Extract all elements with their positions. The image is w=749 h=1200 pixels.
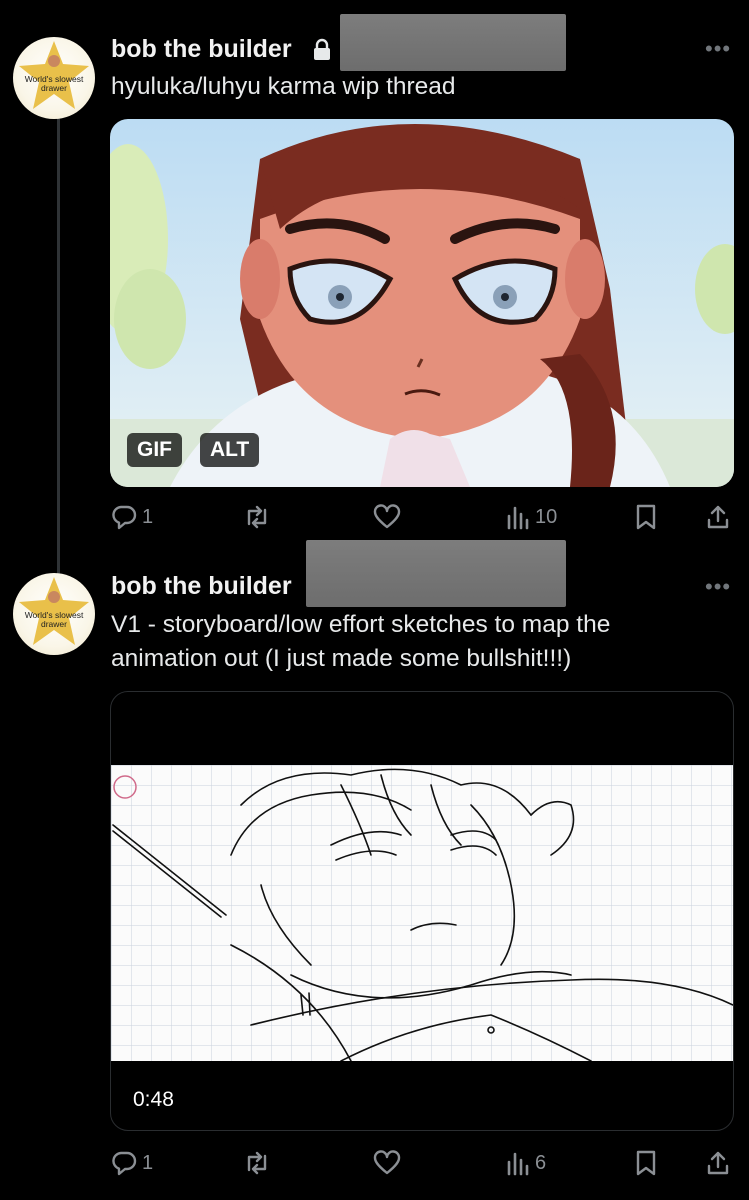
avatar[interactable]: World's slowest drawer	[13, 37, 95, 119]
reply-button[interactable]: 1	[111, 1146, 153, 1180]
action-bar: 1 10	[0, 500, 749, 534]
bookmark-icon	[636, 1150, 656, 1176]
action-bar: 1 6	[0, 1146, 749, 1180]
author-name[interactable]: bob the builder	[111, 572, 292, 601]
video-player[interactable]: 0:48	[110, 691, 734, 1131]
post-text: hyuluka/luhyu karma wip thread	[111, 73, 456, 100]
lock-icon	[312, 38, 332, 67]
retweet-button[interactable]	[243, 1146, 271, 1180]
retweet-icon	[247, 505, 267, 529]
retweet-button[interactable]	[243, 500, 271, 534]
bookmark-button[interactable]	[636, 1146, 656, 1180]
like-button[interactable]	[373, 1146, 401, 1180]
views-icon	[507, 1152, 529, 1176]
redacted-handle	[340, 14, 566, 71]
avatar[interactable]: World's slowest drawer	[13, 573, 95, 655]
alt-badge[interactable]: ALT	[200, 433, 260, 467]
redacted-handle	[306, 540, 566, 607]
reply-icon	[112, 1151, 137, 1176]
views-button[interactable]: 10	[506, 500, 557, 534]
share-button[interactable]	[706, 500, 730, 534]
reply-button[interactable]: 1	[111, 500, 153, 534]
like-icon	[373, 1150, 401, 1175]
more-icon[interactable]: •••	[705, 36, 731, 62]
like-button[interactable]	[373, 500, 401, 534]
more-icon[interactable]: •••	[705, 574, 731, 600]
views-button[interactable]: 6	[506, 1146, 546, 1180]
views-icon	[507, 506, 529, 530]
avatar-caption: World's slowest drawer	[24, 610, 84, 629]
video-duration: 0:48	[133, 1088, 174, 1111]
share-icon	[707, 1151, 729, 1175]
retweet-icon	[247, 1151, 267, 1175]
gif-media[interactable]: GIF ALT	[110, 119, 734, 487]
bookmark-icon	[636, 504, 656, 530]
views-count: 10	[535, 505, 558, 528]
share-icon	[707, 505, 729, 529]
share-button[interactable]	[706, 1146, 730, 1180]
views-count: 6	[535, 1151, 547, 1174]
like-icon	[373, 504, 401, 529]
reply-icon	[112, 505, 137, 530]
animated-character-image	[110, 119, 734, 487]
post-text: V1 - storyboard/low effort sketches to m…	[111, 611, 611, 672]
author-name[interactable]: bob the builder	[111, 35, 292, 64]
reply-count: 1	[142, 505, 154, 528]
avatar-caption: World's slowest drawer	[24, 74, 84, 93]
reply-count: 1	[142, 1151, 154, 1174]
gif-badge[interactable]: GIF	[127, 433, 182, 467]
storyboard-sketch-image	[111, 765, 733, 1061]
bookmark-button[interactable]	[636, 500, 656, 534]
